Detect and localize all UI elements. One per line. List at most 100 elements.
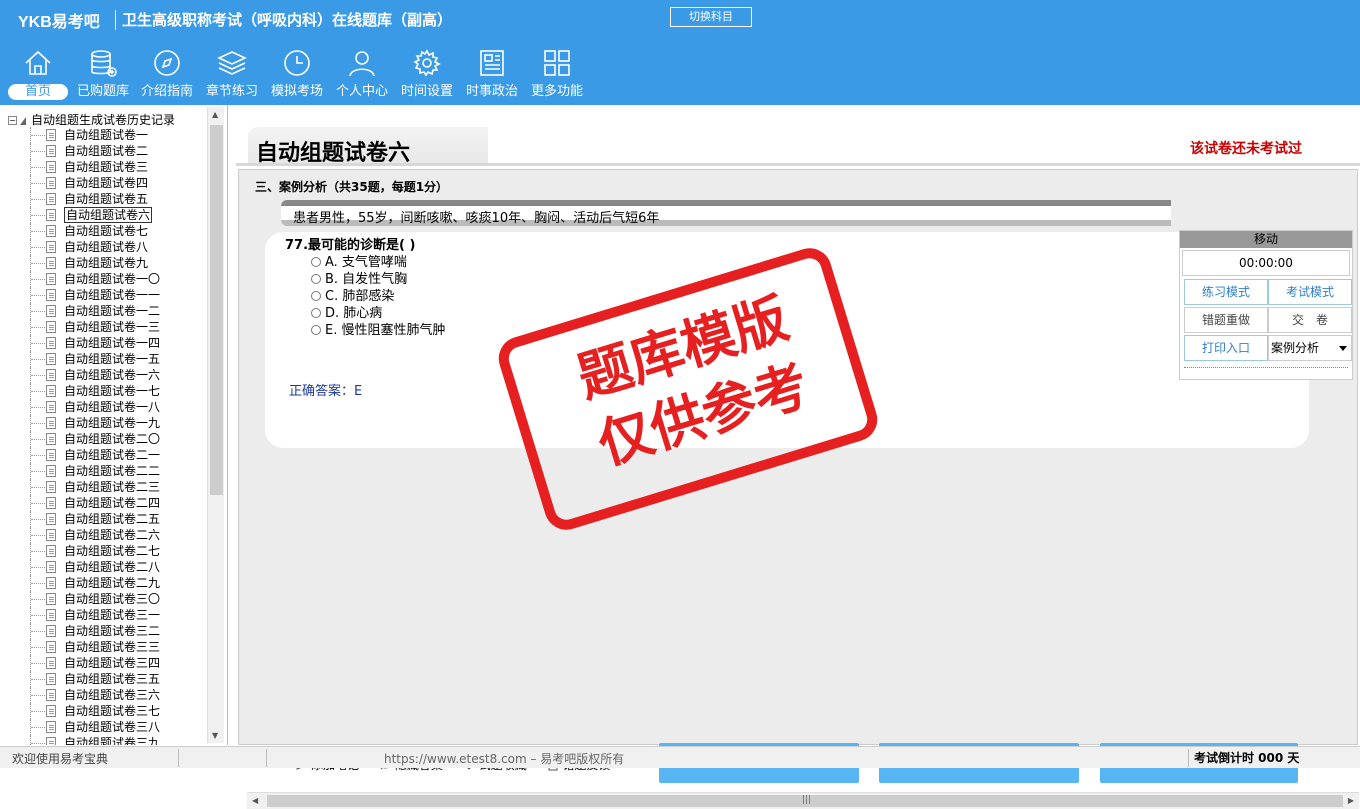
tree-item[interactable]: 自动组题试卷一一: [16, 287, 206, 303]
document-icon: [46, 737, 56, 745]
tree-item[interactable]: 自动组题试卷二八: [16, 559, 206, 575]
tree-item[interactable]: 自动组题试卷三三: [16, 639, 206, 655]
radio-icon[interactable]: [311, 291, 321, 301]
scroll-right-icon[interactable]: ▶: [1348, 796, 1354, 805]
tree-item[interactable]: 自动组题试卷三: [16, 159, 206, 175]
tree-item[interactable]: 自动组题试卷二九: [16, 575, 206, 591]
tree-item[interactable]: 自动组题试卷五: [16, 191, 206, 207]
tree-item-label: 自动组题试卷五: [64, 192, 149, 206]
tree-item[interactable]: 自动组题试卷三六: [16, 687, 206, 703]
document-icon: [46, 721, 56, 733]
document-icon: [46, 513, 56, 525]
nav-purchased[interactable]: 已购题库: [74, 48, 132, 104]
tree-item[interactable]: 自动组题试卷三二: [16, 623, 206, 639]
tree-item[interactable]: 自动组题试卷一: [16, 127, 206, 143]
switch-subject-button[interactable]: 切换科目: [670, 7, 752, 27]
nav-personal[interactable]: 个人中心: [333, 48, 391, 104]
document-icon: [46, 369, 56, 381]
move-handle[interactable]: 移动: [1180, 231, 1352, 248]
tree-item[interactable]: 自动组题试卷三八: [16, 719, 206, 735]
tree-item[interactable]: 自动组题试卷二四: [16, 495, 206, 511]
tree-item[interactable]: 自动组题试卷三一: [16, 607, 206, 623]
document-icon: [46, 689, 56, 701]
tree-item[interactable]: 自动组题试卷二七: [16, 543, 206, 559]
nav-home[interactable]: 首页: [8, 48, 68, 104]
scroll-thumb[interactable]: [210, 125, 223, 495]
tree-item-label: 自动组题试卷三四: [64, 656, 161, 670]
nav-label: 更多功能: [530, 84, 583, 99]
top-bar: YKB易考吧 卫生高级职称考试（呼吸内科）在线题库（副高） 切换科目 首页 已购…: [0, 0, 1360, 105]
document-icon: [46, 305, 56, 317]
tree-item[interactable]: 自动组题试卷一二: [16, 303, 206, 319]
radio-icon[interactable]: [311, 257, 321, 267]
nav-label: 个人中心: [335, 84, 388, 99]
nav-chapters[interactable]: 章节练习: [203, 48, 261, 104]
nav-mock-exam[interactable]: 模拟考场: [268, 48, 326, 104]
nav-guide[interactable]: 介绍指南: [138, 48, 196, 104]
tree-item[interactable]: 自动组题试卷二五: [16, 511, 206, 527]
scroll-left-icon[interactable]: ◀: [252, 796, 258, 805]
option-e[interactable]: E. 慢性阻塞性肺气肿: [311, 319, 445, 338]
scroll-up-icon[interactable]: ▲: [212, 110, 218, 119]
question-type-select[interactable]: 案例分析: [1268, 335, 1352, 361]
tree-item[interactable]: 自动组题试卷二三: [16, 479, 206, 495]
tree-scrollbar[interactable]: ▲ ▼: [207, 107, 224, 743]
tree-item[interactable]: 自动组题试卷四: [16, 175, 206, 191]
nav-time-settings[interactable]: 时间设置: [398, 48, 456, 104]
print-button[interactable]: 打印入口: [1184, 335, 1268, 361]
tree-item[interactable]: 自动组题试卷三四: [16, 655, 206, 671]
document-icon: [46, 337, 56, 349]
radio-icon[interactable]: [311, 274, 321, 284]
tree-item[interactable]: 自动组题试卷三五: [16, 671, 206, 687]
tree-item[interactable]: 自动组题试卷二: [16, 143, 206, 159]
tree-item[interactable]: 自动组题试卷一五: [16, 351, 206, 367]
tree-item[interactable]: 自动组题试卷一九: [16, 415, 206, 431]
tree-item-label: 自动组题试卷一一: [64, 288, 161, 302]
scroll-down-icon[interactable]: ▼: [212, 731, 218, 740]
tree-item-label: 自动组题试卷一〇: [64, 272, 161, 286]
practice-mode-button[interactable]: 练习模式: [1184, 279, 1268, 305]
tree-item[interactable]: 自动组题试卷二一: [16, 447, 206, 463]
exam-mode-button[interactable]: 考试模式: [1268, 279, 1352, 305]
nav-label: 已购题库: [76, 84, 129, 99]
exam-history-tree: − 自动组题生成试卷历史记录 自动组题试卷一 自动组题试卷二 自动组题试卷三 自动组题试…: [0, 105, 228, 745]
tree-item[interactable]: 自动组题试卷一八: [16, 399, 206, 415]
tree-item[interactable]: 自动组题试卷九: [16, 255, 206, 271]
tree-item[interactable]: 自动组题试卷三〇: [16, 591, 206, 607]
document-icon: [46, 353, 56, 365]
divider: [236, 163, 1360, 166]
radio-icon[interactable]: [311, 308, 321, 318]
document-icon: [46, 321, 56, 333]
nav-more[interactable]: 更多功能: [528, 48, 586, 104]
tree-item[interactable]: 自动组题试卷一三: [16, 319, 206, 335]
divider: [178, 749, 179, 767]
submit-paper-button[interactable]: 交 卷: [1268, 307, 1352, 333]
tree-item-label: 自动组题试卷二二: [64, 464, 161, 478]
tree-item[interactable]: 自动组题试卷六: [16, 207, 206, 223]
tree-item[interactable]: 自动组题试卷一四: [16, 335, 206, 351]
document-icon: [46, 657, 56, 669]
collapse-icon[interactable]: −: [8, 116, 17, 125]
tree-item[interactable]: 自动组题试卷二〇: [16, 431, 206, 447]
tree-item[interactable]: 自动组题试卷八: [16, 239, 206, 255]
horizontal-scrollbar[interactable]: ◀ ||| ▶: [247, 792, 1359, 809]
radio-icon[interactable]: [311, 325, 321, 335]
document-icon: [46, 129, 56, 141]
tree-item[interactable]: 自动组题试卷一六: [16, 367, 206, 383]
tree-item[interactable]: 自动组题试卷二六: [16, 527, 206, 543]
document-icon: [46, 257, 56, 269]
tree-item[interactable]: 自动组题试卷一〇: [16, 271, 206, 287]
document-icon: [46, 273, 56, 285]
tree-item-label: 自动组题试卷四: [64, 176, 149, 190]
nav-label: 首页: [8, 84, 68, 100]
tree-item[interactable]: 自动组题试卷三九: [16, 735, 206, 745]
nav-current-affairs[interactable]: 时事政治: [463, 48, 521, 104]
tree-item[interactable]: 自动组题试卷三七: [16, 703, 206, 719]
tree-item[interactable]: 自动组题试卷一七: [16, 383, 206, 399]
section-title: 三、案例分析（共35题，每题1分）: [255, 180, 449, 194]
redo-wrong-button[interactable]: 错题重做: [1184, 307, 1268, 333]
tree-item[interactable]: 自动组题试卷二二: [16, 463, 206, 479]
divider: [266, 749, 267, 767]
tree-item[interactable]: 自动组题试卷七: [16, 223, 206, 239]
tree-root[interactable]: − 自动组题生成试卷历史记录: [8, 111, 175, 128]
